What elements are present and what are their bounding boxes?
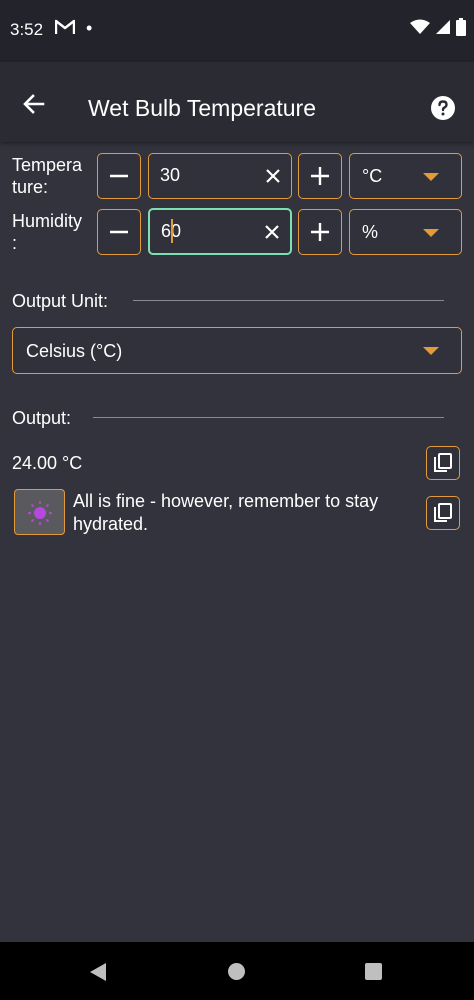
- humidity-unit: %: [362, 222, 379, 242]
- clear-icon[interactable]: [263, 166, 283, 186]
- help-circle-icon: [431, 96, 455, 120]
- temperature-unit: °C: [362, 166, 383, 186]
- sun-icon: [28, 501, 52, 525]
- humidity-decrement-button[interactable]: [97, 209, 141, 255]
- output-unit-label: Output Unit:: [12, 291, 109, 311]
- humidity-increment-button[interactable]: [298, 209, 342, 255]
- output-unit-selected: Celsius (°C): [26, 341, 123, 361]
- status-bar: 3:52 •: [0, 0, 474, 62]
- copy-icon: [434, 503, 452, 522]
- notification-dot: •: [86, 18, 93, 38]
- copy-icon: [434, 453, 452, 472]
- page-title: Wet Bulb Temperature: [88, 95, 316, 121]
- divider: [133, 300, 444, 301]
- nav-back-icon[interactable]: [89, 962, 107, 982]
- temperature-unit-select[interactable]: °C: [349, 153, 462, 199]
- text-caret: [171, 219, 173, 243]
- humidity-label-line2: :: [12, 233, 18, 253]
- output-value: 24.00 °C: [12, 453, 83, 473]
- temperature-decrement-button[interactable]: [97, 153, 141, 199]
- app-bar: Wet Bulb Temperature: [0, 62, 474, 142]
- dropdown-arrow-icon: [423, 347, 439, 355]
- status-indicator: [14, 489, 65, 535]
- temperature-value: 30: [160, 165, 181, 185]
- temperature-label: Tempera ture:: [12, 154, 82, 198]
- humidity-unit-select[interactable]: %: [349, 209, 462, 255]
- battery-icon: [456, 18, 466, 36]
- temperature-label-line1: Tempera: [12, 155, 83, 175]
- plus-icon: [311, 167, 329, 185]
- nav-recents-icon[interactable]: [365, 963, 382, 980]
- nav-home-icon[interactable]: [228, 963, 245, 980]
- output-message: All is fine - however, remember to stay …: [73, 491, 379, 534]
- status-icons: [410, 18, 466, 36]
- minus-icon: [110, 174, 128, 178]
- gmail-icon: [54, 19, 76, 40]
- back-button[interactable]: [18, 88, 50, 120]
- temperature-increment-button[interactable]: [298, 153, 342, 199]
- signal-icon: [436, 20, 450, 34]
- temperature-input[interactable]: 30: [148, 153, 292, 199]
- plus-icon: [311, 223, 329, 241]
- humidity-input[interactable]: 60: [148, 208, 292, 255]
- wifi-icon: [410, 19, 430, 34]
- clear-icon[interactable]: [262, 222, 282, 242]
- humidity-label-line1: Humidity: [12, 211, 83, 231]
- humidity-label: Humidity :: [12, 210, 82, 254]
- help-button[interactable]: [430, 95, 456, 121]
- temperature-label-line2: ture:: [12, 177, 49, 197]
- output-label: Output:: [12, 408, 72, 428]
- divider: [93, 417, 444, 418]
- copy-message-button[interactable]: [426, 496, 460, 530]
- copy-value-button[interactable]: [426, 446, 460, 480]
- dropdown-arrow-icon: [423, 173, 439, 181]
- output-unit-select[interactable]: Celsius (°C): [12, 327, 462, 374]
- minus-icon: [110, 230, 128, 234]
- status-time: 3:52: [10, 20, 44, 39]
- arrow-left-icon: [23, 94, 45, 114]
- dropdown-arrow-icon: [423, 229, 439, 237]
